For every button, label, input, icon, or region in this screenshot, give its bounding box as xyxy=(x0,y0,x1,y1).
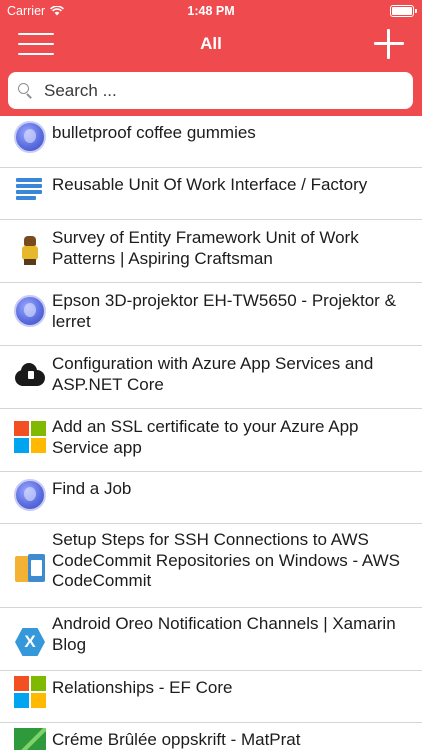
microsoft-icon xyxy=(14,421,46,453)
list-item[interactable]: bulletproof coffee gummies xyxy=(0,116,422,168)
list-item-title: Android Oreo Notification Channels | Xam… xyxy=(52,614,396,654)
list-item-title: Find a Job xyxy=(52,479,132,498)
list-item[interactable]: Créme Brûlée oppskrift - MatPrat xyxy=(0,723,422,750)
status-bar: Carrier 1:48 PM xyxy=(0,0,422,22)
stack-icon xyxy=(14,176,46,208)
list-item-title: Setup Steps for SSH Connections to AWS C… xyxy=(52,530,400,590)
add-icon[interactable] xyxy=(374,29,404,59)
globe-icon xyxy=(14,121,46,153)
list-item-title: Reusable Unit Of Work Interface / Factor… xyxy=(52,175,368,194)
globe-icon xyxy=(14,479,46,511)
list-item-title: Créme Brûlée oppskrift - MatPrat xyxy=(52,730,301,749)
search-input[interactable] xyxy=(44,80,384,101)
list-item[interactable]: Configuration with Azure App Services an… xyxy=(0,346,422,409)
xamarin-icon: X xyxy=(14,626,46,658)
list-item-title: bulletproof coffee gummies xyxy=(52,123,256,142)
list-item[interactable]: Add an SSL certificate to your Azure App… xyxy=(0,409,422,472)
aws-icon xyxy=(14,552,46,584)
list-item-title: Relationships - EF Core xyxy=(52,678,233,697)
cloud-icon xyxy=(14,358,46,390)
header-bar: Carrier 1:48 PM All xyxy=(0,0,422,116)
matprat-icon xyxy=(14,728,46,750)
microsoft-icon xyxy=(14,676,46,708)
list-item-title: Add an SSL certificate to your Azure App… xyxy=(52,417,359,457)
list-item[interactable]: Find a Job xyxy=(0,472,422,524)
list-item[interactable]: Survey of Entity Framework Unit of Work … xyxy=(0,220,422,283)
globe-icon xyxy=(14,295,46,327)
list-item[interactable]: Relationships - EF Core xyxy=(0,671,422,723)
status-time: 1:48 PM xyxy=(187,4,235,18)
list-item-title: Epson 3D-projektor EH-TW5650 - Projektor… xyxy=(52,291,396,331)
list-item[interactable]: Setup Steps for SSH Connections to AWS C… xyxy=(0,524,422,608)
search-icon xyxy=(18,82,34,99)
list-item[interactable]: X Android Oreo Notification Channels | X… xyxy=(0,608,422,671)
list-item[interactable]: Reusable Unit Of Work Interface / Factor… xyxy=(0,168,422,220)
navigation-bar: All xyxy=(0,22,422,66)
list-item[interactable]: Epson 3D-projektor EH-TW5650 - Projektor… xyxy=(0,283,422,346)
page-title: All xyxy=(200,34,222,53)
search-bar[interactable] xyxy=(8,72,413,109)
list-item-title: Survey of Entity Framework Unit of Work … xyxy=(52,228,359,268)
figure-icon xyxy=(14,234,46,266)
battery-icon xyxy=(390,5,417,17)
list-item-title: Configuration with Azure App Services an… xyxy=(52,354,374,394)
